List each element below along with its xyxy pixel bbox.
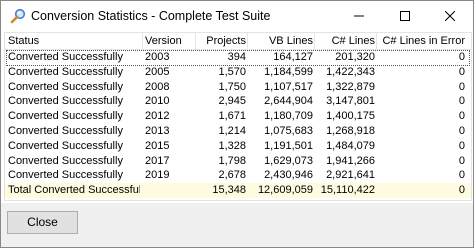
column-header-projects[interactable]: Projects [197,33,246,49]
projects-cell: 1,214 [218,125,246,137]
title-bar[interactable]: Conversion Statistics - Complete Test Su… [1,1,473,31]
table-row[interactable]: Converted Successfully 2005 1,570 1,184,599… [5,65,471,80]
column-divider[interactable] [142,33,143,49]
cs-lines-in-error-cell: 0 [458,110,465,123]
total-projects-cell: 15,348 [212,184,246,197]
vb-lines-cell: 1,180,709 [264,110,313,123]
total-status-cell: Total Converted Successfully [8,184,140,197]
version-cell: 2005 [145,65,170,78]
vb-lines-cell: 1,191,501 [264,139,313,152]
close-button[interactable]: Close [7,211,78,234]
version-cell: 2008 [145,80,170,93]
column-header-cs-lines[interactable]: C# Lines [315,33,375,49]
cs-lines-cell: 1,268,918 [326,125,375,137]
projects-cell: 1,798 [218,154,246,167]
status-cell: Converted Successfully [8,65,123,78]
minimize-button[interactable] [336,1,382,31]
column-header-status[interactable]: Status [8,33,140,49]
projects-cell: 394 [227,51,246,63]
cs-lines-cell: 1,422,343 [326,65,375,78]
status-cell: Converted Successfully [8,139,123,152]
vb-lines-cell: 1,184,599 [264,65,313,78]
cs-lines-in-error-cell: 0 [458,125,465,137]
total-cs-lines-cell: 15,110,422 [320,184,375,197]
vb-lines-cell: 164,127 [273,51,313,63]
list-header: Status Version Projects VB Lines C# Line… [5,33,471,50]
status-cell: Converted Successfully [8,51,123,63]
table-row[interactable]: Converted Successfully 2019 2,678 2,430,946… [5,168,471,183]
version-cell: 2017 [145,154,170,167]
dialog-footer: Close [1,203,473,247]
projects-cell: 2,678 [218,169,246,182]
status-cell: Converted Successfully [8,80,123,93]
table-row[interactable]: Converted Successfully 2017 1,798 1,629,073… [5,154,471,169]
cs-lines-in-error-cell: 0 [458,95,465,108]
vb-lines-cell: 1,629,073 [264,154,313,167]
version-cell: 2013 [145,125,170,137]
status-cell: Converted Successfully [8,154,123,167]
column-header-cs-lines-in-error[interactable]: C# Lines in Error [377,33,465,49]
magnifier-icon [10,8,26,24]
version-cell: 2003 [145,51,170,63]
vb-lines-cell: 2,430,946 [264,169,313,182]
cs-lines-cell: 1,941,266 [326,154,375,167]
cs-lines-cell: 1,322,879 [326,80,375,93]
window-close-button[interactable] [427,1,473,31]
projects-cell: 1,570 [218,65,246,78]
window-title: Conversion Statistics - Complete Test Su… [31,9,271,23]
cs-lines-in-error-cell: 0 [458,51,465,63]
cs-lines-cell: 2,921,641 [326,169,375,182]
conversion-statistics-window: Conversion Statistics - Complete Test Su… [0,0,474,248]
status-cell: Converted Successfully [8,110,123,123]
table-row[interactable]: Converted Successfully 2015 1,328 1,191,501… [5,139,471,154]
column-header-vb-lines[interactable]: VB Lines [248,33,313,49]
projects-cell: 1,328 [218,139,246,152]
maximize-button[interactable] [382,1,428,31]
cs-lines-cell: 3,147,801 [326,95,375,108]
cs-lines-in-error-cell: 0 [458,65,465,78]
table-row[interactable]: Converted Successfully 2013 1,214 1,075,683… [5,124,471,139]
version-cell: 2015 [145,139,170,152]
statistics-list-view[interactable]: Status Version Projects VB Lines C# Line… [4,32,472,201]
projects-cell: 1,750 [218,80,246,93]
total-row[interactable]: Total Converted Successfully 15,348 12,609… [5,183,471,199]
cs-lines-cell: 1,400,175 [326,110,375,123]
cs-lines-in-error-cell: 0 [458,154,465,167]
vb-lines-cell: 1,107,517 [264,80,313,93]
projects-cell: 1,671 [218,110,246,123]
total-cs-lines-in-error-cell: 0 [458,184,465,197]
projects-cell: 2,945 [218,95,246,108]
table-row[interactable]: Converted Successfully 2012 1,671 1,180,709… [5,109,471,124]
column-divider[interactable] [195,33,196,49]
table-row[interactable]: Converted Successfully 2003 394 164,127 201,… [5,50,471,66]
cs-lines-in-error-cell: 0 [458,80,465,93]
vb-lines-cell: 1,075,683 [264,125,313,137]
version-cell: 2012 [145,110,170,123]
close-icon [445,11,455,21]
maximize-icon [400,11,410,21]
table-row[interactable]: Converted Successfully 2008 1,750 1,107,517… [5,80,471,95]
cs-lines-cell: 201,320 [335,51,375,63]
vb-lines-cell: 2,644,904 [264,95,313,108]
total-version-cell [145,183,195,198]
cs-lines-in-error-cell: 0 [458,169,465,182]
minimize-icon [354,15,364,17]
status-cell: Converted Successfully [8,169,123,182]
version-cell: 2019 [145,169,170,182]
version-cell: 2010 [145,95,170,108]
cs-lines-in-error-cell: 0 [458,139,465,152]
status-cell: Converted Successfully [8,125,123,137]
table-row[interactable]: Converted Successfully 2010 2,945 2,644,904… [5,94,471,109]
status-cell: Converted Successfully [8,95,123,108]
total-vb-lines-cell: 12,609,059 [257,184,313,197]
column-header-version[interactable]: Version [145,33,195,49]
cs-lines-cell: 1,484,079 [326,139,375,152]
